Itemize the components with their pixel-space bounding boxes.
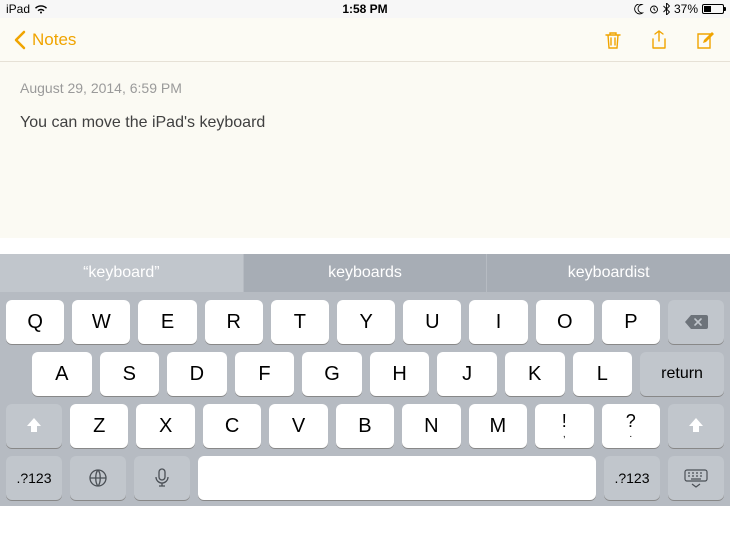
key-backspace[interactable] (668, 300, 724, 344)
dnd-moon-icon (634, 4, 645, 15)
key-a[interactable]: A (32, 352, 92, 396)
key-y[interactable]: Y (337, 300, 395, 344)
key-spacebar[interactable] (198, 456, 596, 500)
device-label: iPad (6, 2, 30, 16)
share-icon[interactable] (648, 29, 670, 51)
key-shift-left[interactable] (6, 404, 62, 448)
bluetooth-icon (663, 3, 670, 15)
status-bar: iPad 1:58 PM 37% (0, 0, 730, 18)
key-row-3: Z X C V B N M ! , ? . (0, 396, 730, 448)
backspace-icon (683, 313, 709, 331)
key-v[interactable]: V (269, 404, 327, 448)
globe-icon (87, 467, 109, 489)
back-label: Notes (32, 30, 76, 50)
nav-bar: Notes (0, 18, 730, 62)
keyboard: “keyboard” keyboards keyboardist Q W E R… (0, 254, 730, 506)
key-dictation[interactable] (134, 456, 190, 500)
key-o[interactable]: O (536, 300, 594, 344)
suggestion-bar: “keyboard” keyboards keyboardist (0, 254, 730, 292)
key-d[interactable]: D (167, 352, 227, 396)
key-e[interactable]: E (138, 300, 196, 344)
compose-icon[interactable] (694, 29, 716, 51)
key-s[interactable]: S (100, 352, 160, 396)
key-f[interactable]: F (235, 352, 295, 396)
key-globe[interactable] (70, 456, 126, 500)
key-t[interactable]: T (271, 300, 329, 344)
label-top: ? (626, 412, 636, 430)
key-row-1: Q W E R T Y U I O P (0, 292, 730, 344)
key-n[interactable]: N (402, 404, 460, 448)
shift-icon (24, 416, 44, 436)
key-g[interactable]: G (302, 352, 362, 396)
key-l[interactable]: L (573, 352, 633, 396)
key-k[interactable]: K (505, 352, 565, 396)
label-bot: , (563, 430, 566, 440)
trash-icon[interactable] (602, 29, 624, 51)
suggestion-3[interactable]: keyboardist (487, 254, 730, 292)
alarm-icon (649, 4, 659, 14)
key-r[interactable]: R (205, 300, 263, 344)
key-row-2: A S D F G H J K L return (0, 344, 730, 396)
suggestion-1[interactable]: “keyboard” (0, 254, 244, 292)
label-top: ! (562, 412, 567, 430)
key-i[interactable]: I (469, 300, 527, 344)
key-u[interactable]: U (403, 300, 461, 344)
key-row-4: .?123 .?123 (0, 448, 730, 500)
key-comma[interactable]: ! , (535, 404, 593, 448)
key-j[interactable]: J (437, 352, 497, 396)
key-b[interactable]: B (336, 404, 394, 448)
wifi-icon (34, 4, 48, 14)
key-x[interactable]: X (136, 404, 194, 448)
back-button[interactable]: Notes (14, 30, 76, 50)
note-date: August 29, 2014, 6:59 PM (20, 80, 710, 96)
clock: 1:58 PM (342, 2, 387, 16)
key-m[interactable]: M (469, 404, 527, 448)
chevron-left-icon (14, 30, 26, 50)
key-q[interactable]: Q (6, 300, 64, 344)
key-hide-keyboard[interactable] (668, 456, 724, 500)
suggestion-2[interactable]: keyboards (244, 254, 488, 292)
key-z[interactable]: Z (70, 404, 128, 448)
key-w[interactable]: W (72, 300, 130, 344)
microphone-icon (154, 467, 170, 489)
key-shift-right[interactable] (668, 404, 724, 448)
key-c[interactable]: C (203, 404, 261, 448)
note-body[interactable]: August 29, 2014, 6:59 PM You can move th… (0, 62, 730, 238)
key-numswitch-right[interactable]: .?123 (604, 456, 660, 500)
key-period[interactable]: ? . (602, 404, 660, 448)
key-p[interactable]: P (602, 300, 660, 344)
key-return[interactable]: return (640, 352, 724, 396)
key-h[interactable]: H (370, 352, 430, 396)
label-bot: . (629, 430, 632, 440)
battery-pct: 37% (674, 2, 698, 16)
note-text: You can move the iPad's keyboard (20, 114, 710, 132)
bottom-whitespace (0, 506, 730, 542)
battery-icon (702, 4, 724, 14)
hide-keyboard-icon (683, 468, 709, 488)
key-numswitch-left[interactable]: .?123 (6, 456, 62, 500)
shift-icon (686, 416, 706, 436)
